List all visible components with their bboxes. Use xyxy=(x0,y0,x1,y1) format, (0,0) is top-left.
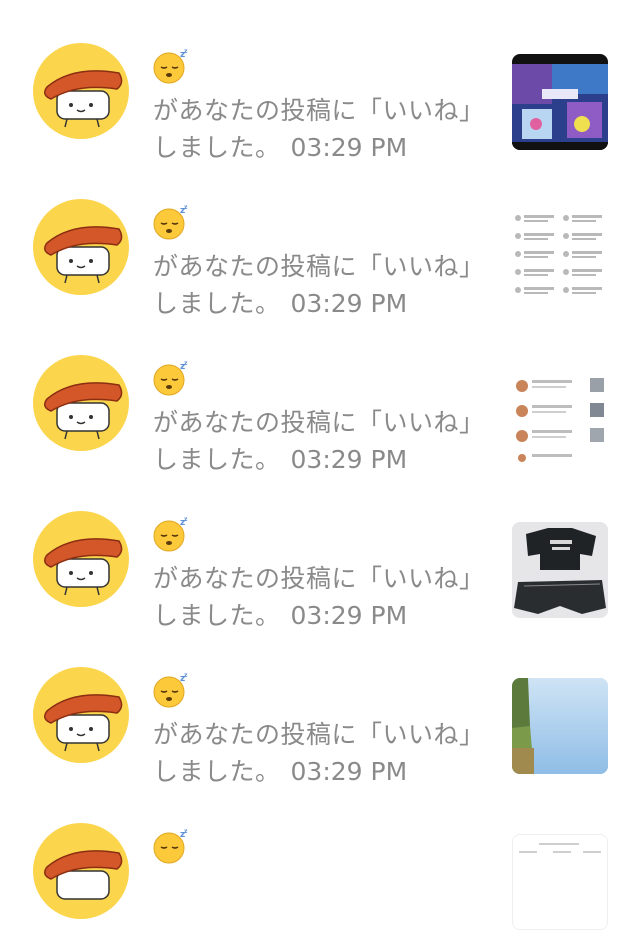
avatar[interactable] xyxy=(33,355,129,451)
avatar[interactable] xyxy=(33,199,129,295)
sushi-avatar-icon xyxy=(44,226,123,284)
sushi-avatar-icon xyxy=(44,694,123,752)
svg-text:z: z xyxy=(184,360,188,367)
notification-message: があなたの投稿に「いいね」しました。 03:29 PM xyxy=(153,92,483,166)
notification-message: があなたの投稿に「いいね」しました。 03:29 PM xyxy=(153,404,483,478)
sleepy-face-icon: z z xyxy=(152,516,190,552)
sushi-avatar-icon xyxy=(44,70,123,128)
sushi-avatar-icon xyxy=(44,382,123,440)
avatar[interactable] xyxy=(33,667,129,763)
sky-landscape-photo-thumbnail[interactable] xyxy=(512,678,608,774)
avatar[interactable] xyxy=(33,823,129,919)
black-clothes-photo-thumbnail[interactable] xyxy=(512,522,608,618)
game-screenshot-thumbnail[interactable] xyxy=(512,54,608,150)
sleepy-face-icon: z z xyxy=(152,204,190,240)
notification-item[interactable]: z z があなたの投稿に「いいね」しました。 03:29 PM xyxy=(0,0,640,162)
notification-item[interactable]: z z があなたの投稿に「いいね」しました。 03:29 PM xyxy=(0,624,640,786)
notification-item[interactable]: z z があなたの投稿に「いいね」しました。 03:29 PM xyxy=(0,312,640,474)
svg-text:z: z xyxy=(184,204,188,211)
notification-item[interactable]: z z xyxy=(0,780,640,936)
notification-list-screenshot-thumbnail[interactable] xyxy=(512,366,608,462)
svg-text:z: z xyxy=(184,828,188,835)
sleepy-face-icon: z z xyxy=(152,672,190,708)
sushi-avatar-icon xyxy=(44,850,123,900)
notification-message: があなたの投稿に「いいね」しました。 03:29 PM xyxy=(153,560,483,634)
notification-item[interactable]: z z があなたの投稿に「いいね」しました。 03:29 PM xyxy=(0,156,640,318)
sleepy-face-icon: z z xyxy=(152,48,190,84)
avatar[interactable] xyxy=(33,511,129,607)
notification-message: があなたの投稿に「いいね」しました。 03:29 PM xyxy=(153,248,483,322)
svg-text:z: z xyxy=(184,48,188,55)
svg-text:z: z xyxy=(184,672,188,679)
avatar[interactable] xyxy=(33,43,129,139)
sleepy-face-icon: z z xyxy=(152,360,190,396)
sleepy-face-icon: z z xyxy=(152,828,190,864)
notification-item[interactable]: z z があなたの投稿に「いいね」しました。 03:29 PM xyxy=(0,468,640,630)
svg-text:z: z xyxy=(184,516,188,523)
document-thumbnail[interactable] xyxy=(512,834,608,930)
notification-message: があなたの投稿に「いいね」しました。 03:29 PM xyxy=(153,716,483,790)
notification-list-screenshot-thumbnail[interactable] xyxy=(512,210,608,306)
sushi-avatar-icon xyxy=(44,538,123,596)
